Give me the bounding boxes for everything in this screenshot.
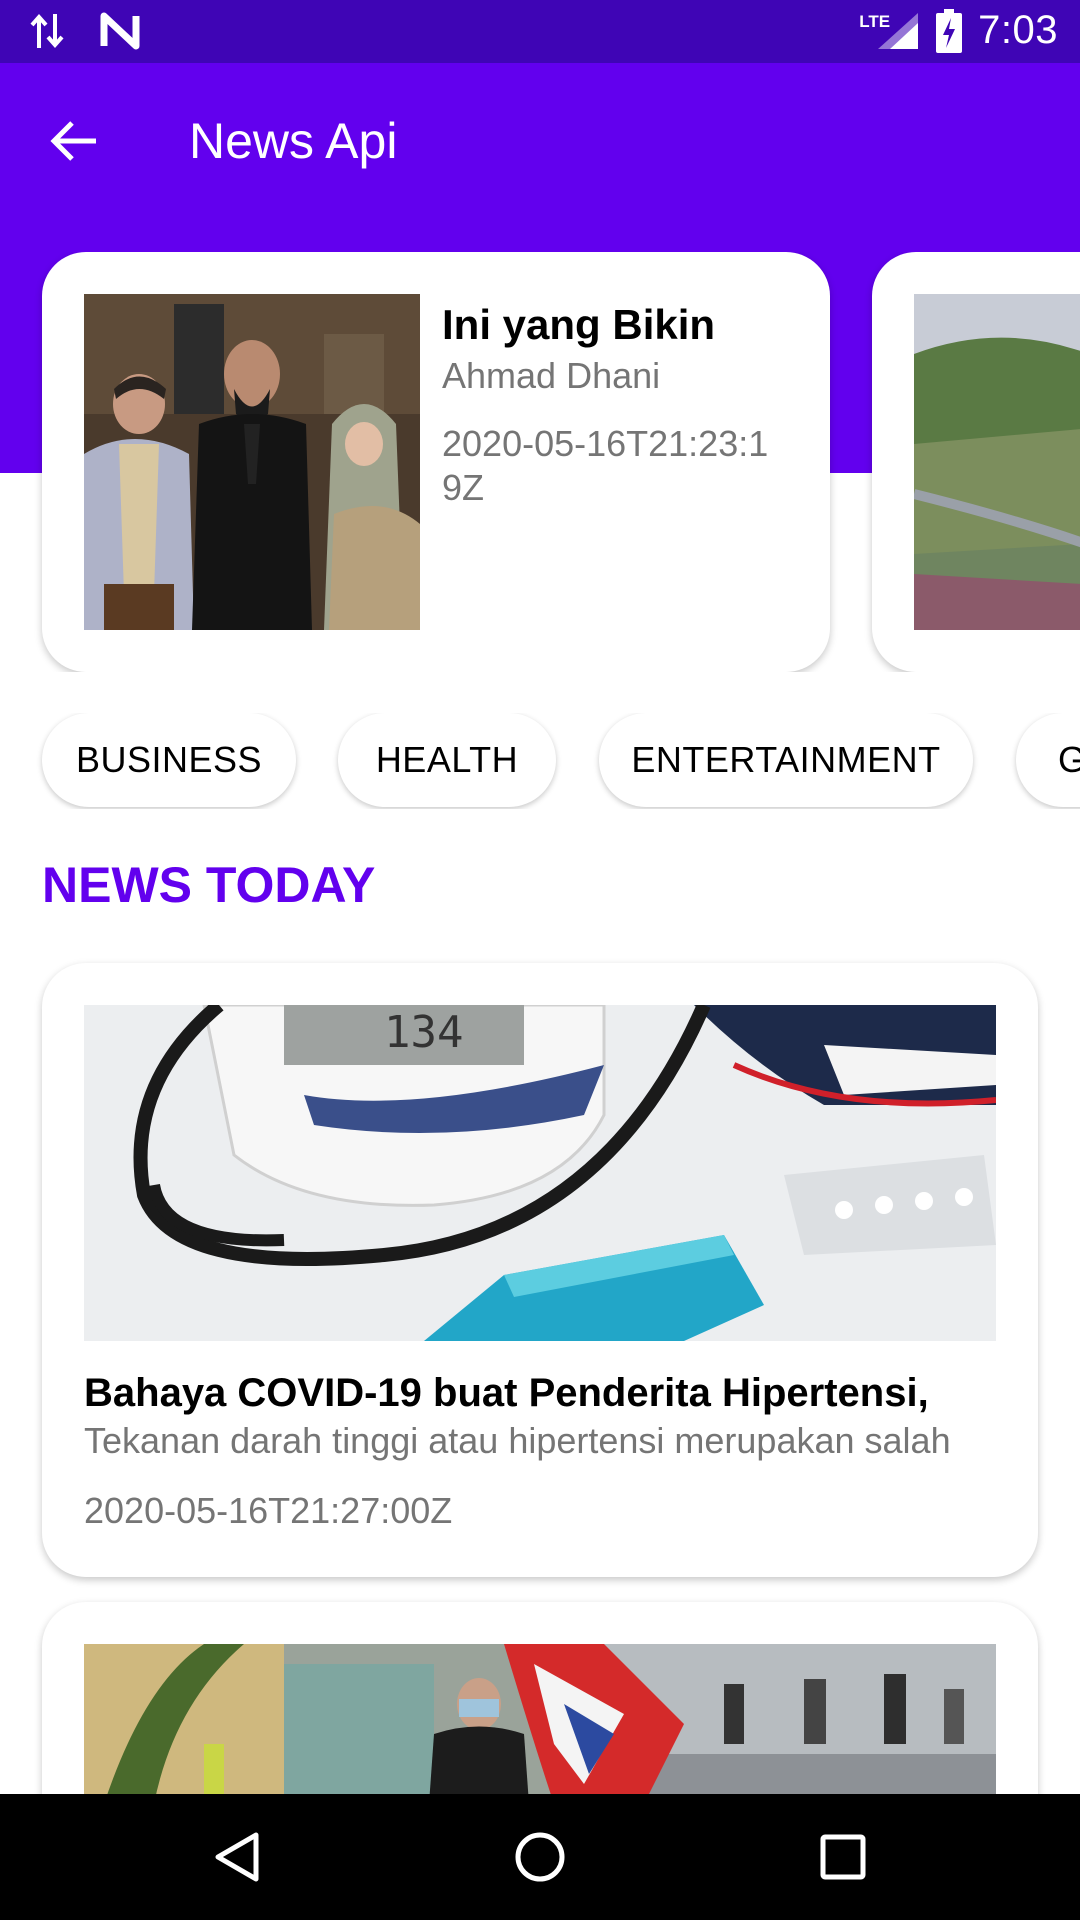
page-title: News Api	[189, 113, 398, 169]
data-transfer-icon	[30, 13, 64, 49]
featured-carousel[interactable]: Ini yang Bikin Ahmad Dhani 2020-05-16T21…	[0, 252, 1080, 672]
featured-author: Ahmad Dhani	[442, 355, 661, 396]
status-time: 7:03	[978, 8, 1058, 52]
featured-date: 2020-05-16T21:23:19Z	[442, 423, 769, 508]
news-date: 2020-05-16T21:27:00Z	[84, 1490, 453, 1531]
news-card[interactable]: 134 Bahaya COVID-19 buat Penderita Hiper…	[42, 963, 1038, 1577]
status-right: LTE 7:03	[859, 8, 1058, 53]
nav-home-button[interactable]	[505, 1822, 575, 1892]
category-chips: BUSINESS HEALTH ENTERTAINMENT GENERAL	[0, 713, 1080, 809]
section-title: NEWS TODAY	[42, 857, 376, 913]
chip-health[interactable]: HEALTH	[338, 713, 556, 807]
news-image[interactable]	[84, 1644, 996, 1804]
nav-recents-button[interactable]	[808, 1822, 878, 1892]
back-button[interactable]	[44, 111, 104, 171]
chip-general[interactable]: GENERAL	[1016, 713, 1080, 807]
featured-card[interactable]	[872, 252, 1080, 672]
news-title: Bahaya COVID-19 buat Penderita Hipertens…	[84, 1371, 929, 1415]
featured-image[interactable]	[84, 294, 420, 630]
square-recents-icon	[820, 1834, 866, 1880]
triangle-back-icon	[215, 1832, 259, 1882]
status-bar: LTE 7:03	[0, 0, 1080, 63]
arrow-back-icon	[50, 121, 96, 161]
chip-entertainment[interactable]: ENTERTAINMENT	[599, 713, 973, 807]
signal-icon	[878, 12, 919, 49]
status-left	[30, 12, 140, 50]
svg-text:134: 134	[384, 1007, 463, 1058]
news-image[interactable]: 134	[84, 1005, 996, 1341]
featured-image[interactable]	[914, 294, 1080, 630]
news-description: Tekanan darah tinggi atau hipertensi mer…	[84, 1420, 951, 1461]
notification-n-icon	[100, 12, 140, 50]
featured-title: Ini yang Bikin	[442, 301, 716, 348]
featured-card[interactable]: Ini yang Bikin Ahmad Dhani 2020-05-16T21…	[42, 252, 830, 672]
navigation-bar	[0, 1794, 1080, 1920]
chip-business[interactable]: BUSINESS	[42, 713, 296, 807]
circle-home-icon	[515, 1832, 565, 1882]
toolbar: News Api	[0, 63, 1080, 213]
nav-back-button[interactable]	[202, 1822, 272, 1892]
battery-charging-icon	[936, 8, 963, 53]
